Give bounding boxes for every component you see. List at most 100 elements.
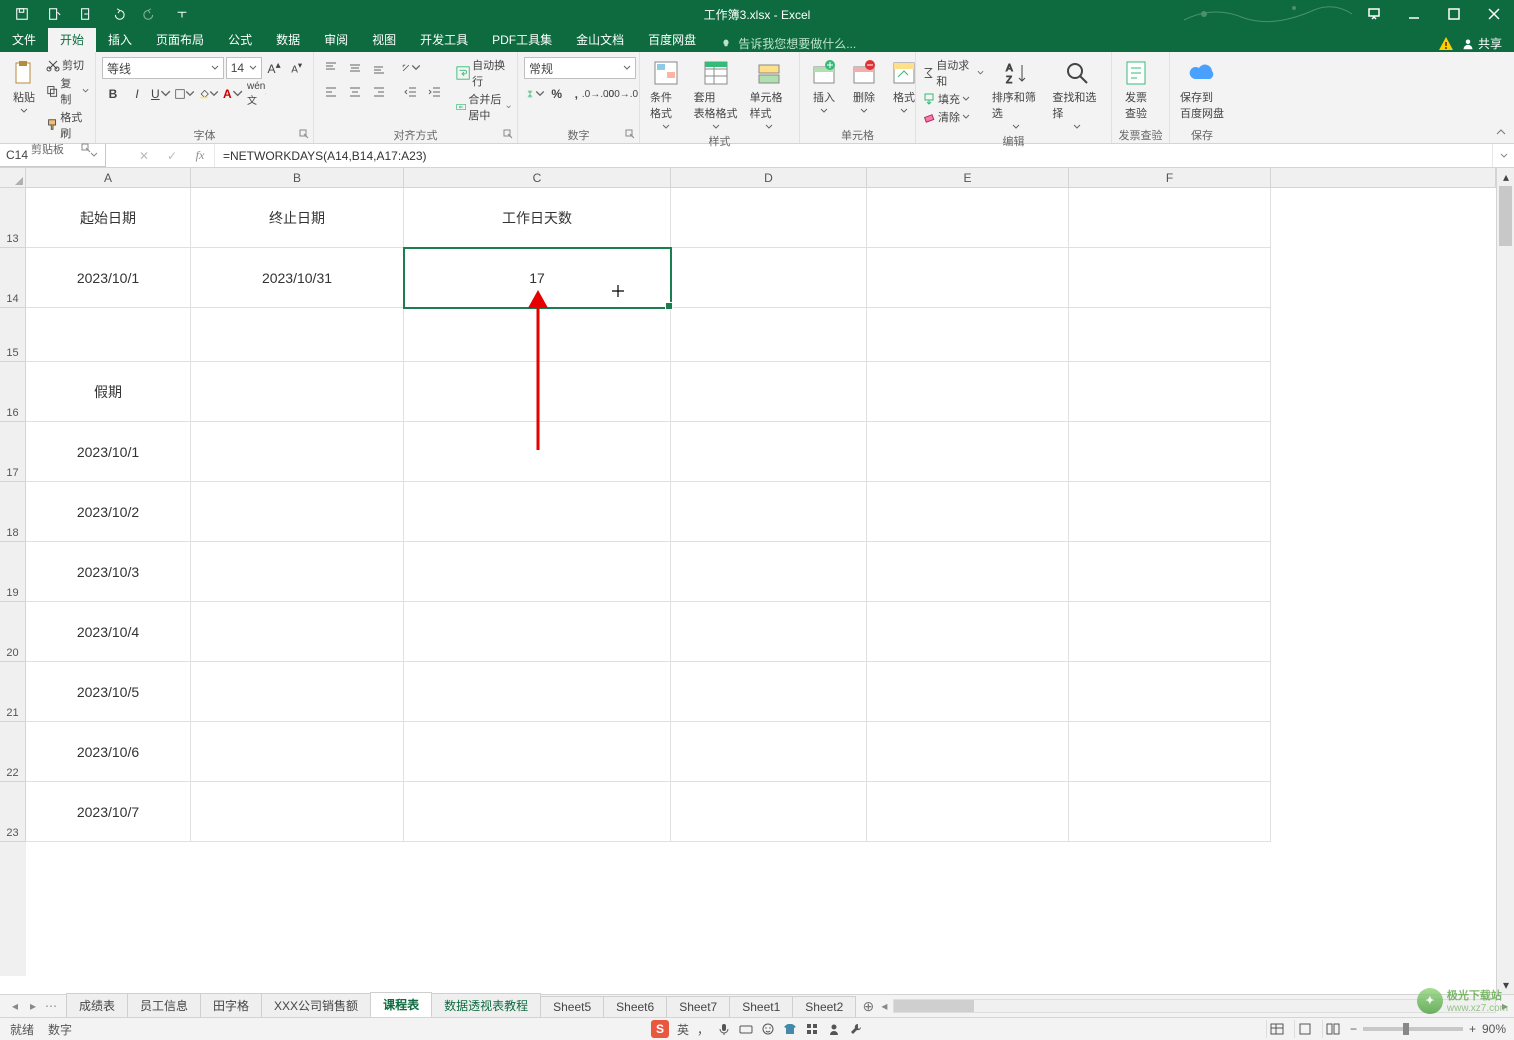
cell-C23[interactable] — [404, 782, 671, 842]
cell-F21[interactable] — [1069, 662, 1271, 722]
indent-increase-button[interactable] — [424, 81, 446, 103]
cell-D14[interactable] — [671, 248, 867, 308]
bold-button[interactable]: B — [102, 83, 124, 105]
cell-D13[interactable] — [671, 188, 867, 248]
number-format-combo[interactable]: 常规 — [524, 57, 636, 79]
copy-button[interactable]: 复制 — [46, 75, 89, 107]
cell-B16[interactable] — [191, 362, 404, 422]
cell-E23[interactable] — [867, 782, 1069, 842]
sheet-tab-田字格[interactable]: 田字格 — [200, 993, 262, 1017]
row-header-18[interactable]: 18 — [0, 482, 26, 542]
dialog-launcher-icon[interactable] — [299, 129, 309, 139]
font-name-combo[interactable]: 等线 — [102, 57, 224, 79]
sheet-tab-Sheet2[interactable]: Sheet2 — [792, 996, 856, 1017]
cell-A20[interactable]: 2023/10/4 — [26, 602, 191, 662]
expand-formula-bar-button[interactable] — [1492, 144, 1514, 167]
dialog-launcher-icon[interactable] — [625, 129, 635, 139]
cell-C14[interactable]: 17 — [404, 248, 671, 308]
cells-area[interactable]: 起始日期终止日期工作日天数2023/10/12023/10/3117假期2023… — [26, 188, 1496, 976]
zoom-slider[interactable] — [1363, 1027, 1463, 1031]
cell-A15[interactable] — [26, 308, 191, 362]
cell-D21[interactable] — [671, 662, 867, 722]
cell-E22[interactable] — [867, 722, 1069, 782]
cell-F17[interactable] — [1069, 422, 1271, 482]
insert-cells-button[interactable]: 插入 — [806, 57, 842, 117]
accounting-format-button[interactable] — [524, 83, 546, 105]
open-button[interactable] — [70, 0, 102, 28]
sheet-tab-成绩表[interactable]: 成绩表 — [66, 993, 128, 1017]
align-middle-button[interactable] — [344, 57, 366, 79]
grow-font-button[interactable]: A▴ — [264, 57, 285, 79]
select-all-corner[interactable] — [0, 168, 26, 188]
cell-E19[interactable] — [867, 542, 1069, 602]
col-header-C[interactable]: C — [404, 168, 671, 188]
tab-审阅[interactable]: 审阅 — [312, 27, 360, 52]
row-header-21[interactable]: 21 — [0, 662, 26, 722]
cell-F13[interactable] — [1069, 188, 1271, 248]
cell-B22[interactable] — [191, 722, 404, 782]
decrease-decimal-button[interactable]: .00→.0 — [611, 83, 633, 105]
sheet-nav-more[interactable]: ⋯ — [42, 997, 60, 1015]
sheet-nav-last[interactable]: ▸ — [24, 997, 42, 1015]
qat-customize[interactable] — [166, 0, 198, 28]
cell-F14[interactable] — [1069, 248, 1271, 308]
cell-D22[interactable] — [671, 722, 867, 782]
phonetic-button[interactable]: wén文 — [246, 83, 268, 105]
tab-插入[interactable]: 插入 — [96, 27, 144, 52]
cell-B21[interactable] — [191, 662, 404, 722]
sheet-tab-员工信息[interactable]: 员工信息 — [127, 993, 201, 1017]
cell-E21[interactable] — [867, 662, 1069, 722]
shrink-font-button[interactable]: A▾ — [286, 57, 307, 79]
cell-C18[interactable] — [404, 482, 671, 542]
cell-B20[interactable] — [191, 602, 404, 662]
format-as-table-button[interactable]: 套用 表格格式 — [690, 57, 742, 133]
scroll-thumb[interactable] — [1499, 186, 1512, 246]
vertical-scrollbar[interactable]: ▴ ▾ — [1496, 168, 1514, 994]
maximize-button[interactable] — [1434, 0, 1474, 28]
insert-function-button[interactable]: fx — [186, 144, 214, 167]
redo-button[interactable] — [134, 0, 166, 28]
align-top-button[interactable] — [320, 57, 342, 79]
cell-C21[interactable] — [404, 662, 671, 722]
format-painter-button[interactable]: 格式刷 — [46, 109, 89, 141]
new-button[interactable] — [38, 0, 70, 28]
share-button[interactable]: 共享 — [1462, 35, 1502, 52]
cell-C13[interactable]: 工作日天数 — [404, 188, 671, 248]
sheet-tab-Sheet7[interactable]: Sheet7 — [666, 996, 730, 1017]
tab-开发工具[interactable]: 开发工具 — [408, 27, 480, 52]
cell-B15[interactable] — [191, 308, 404, 362]
sheet-tab-课程表[interactable]: 课程表 — [370, 992, 432, 1018]
cell-D16[interactable] — [671, 362, 867, 422]
row-header-23[interactable]: 23 — [0, 782, 26, 842]
cell-B18[interactable] — [191, 482, 404, 542]
tab-公式[interactable]: 公式 — [216, 27, 264, 52]
close-button[interactable] — [1474, 0, 1514, 28]
align-right-button[interactable] — [368, 81, 390, 103]
sheet-tab-XXX公司销售额[interactable]: XXX公司销售额 — [261, 993, 371, 1017]
scroll-up-button[interactable]: ▴ — [1497, 168, 1514, 186]
cell-D15[interactable] — [671, 308, 867, 362]
row-header-16[interactable]: 16 — [0, 362, 26, 422]
page-break-view-button[interactable] — [1322, 1020, 1344, 1038]
percent-button[interactable]: % — [548, 83, 566, 105]
cancel-formula-button[interactable]: ✕ — [130, 144, 158, 167]
tab-开始[interactable]: 开始 — [48, 27, 96, 52]
tab-视图[interactable]: 视图 — [360, 27, 408, 52]
col-header-E[interactable]: E — [867, 168, 1069, 188]
worksheet-grid[interactable]: ABCDEF 1314151617181920212223 起始日期终止日期工作… — [0, 168, 1514, 994]
tell-me[interactable]: 告诉我您想要做什么... — [708, 35, 1438, 52]
underline-button[interactable]: U — [150, 83, 172, 105]
cell-A18[interactable]: 2023/10/2 — [26, 482, 191, 542]
ime-bar[interactable]: S 英 ， — [651, 1020, 863, 1038]
paste-button[interactable]: 粘贴 — [6, 57, 42, 117]
formula-input[interactable]: =NETWORKDAYS(A14,B14,A17:A23) — [215, 144, 1492, 167]
cell-B14[interactable]: 2023/10/31 — [191, 248, 404, 308]
align-left-button[interactable] — [320, 81, 342, 103]
align-bottom-button[interactable] — [368, 57, 390, 79]
cell-B17[interactable] — [191, 422, 404, 482]
border-button[interactable] — [174, 83, 196, 105]
cell-C22[interactable] — [404, 722, 671, 782]
tab-页面布局[interactable]: 页面布局 — [144, 27, 216, 52]
column-headers[interactable]: ABCDEF — [26, 168, 1496, 188]
row-header-17[interactable]: 17 — [0, 422, 26, 482]
